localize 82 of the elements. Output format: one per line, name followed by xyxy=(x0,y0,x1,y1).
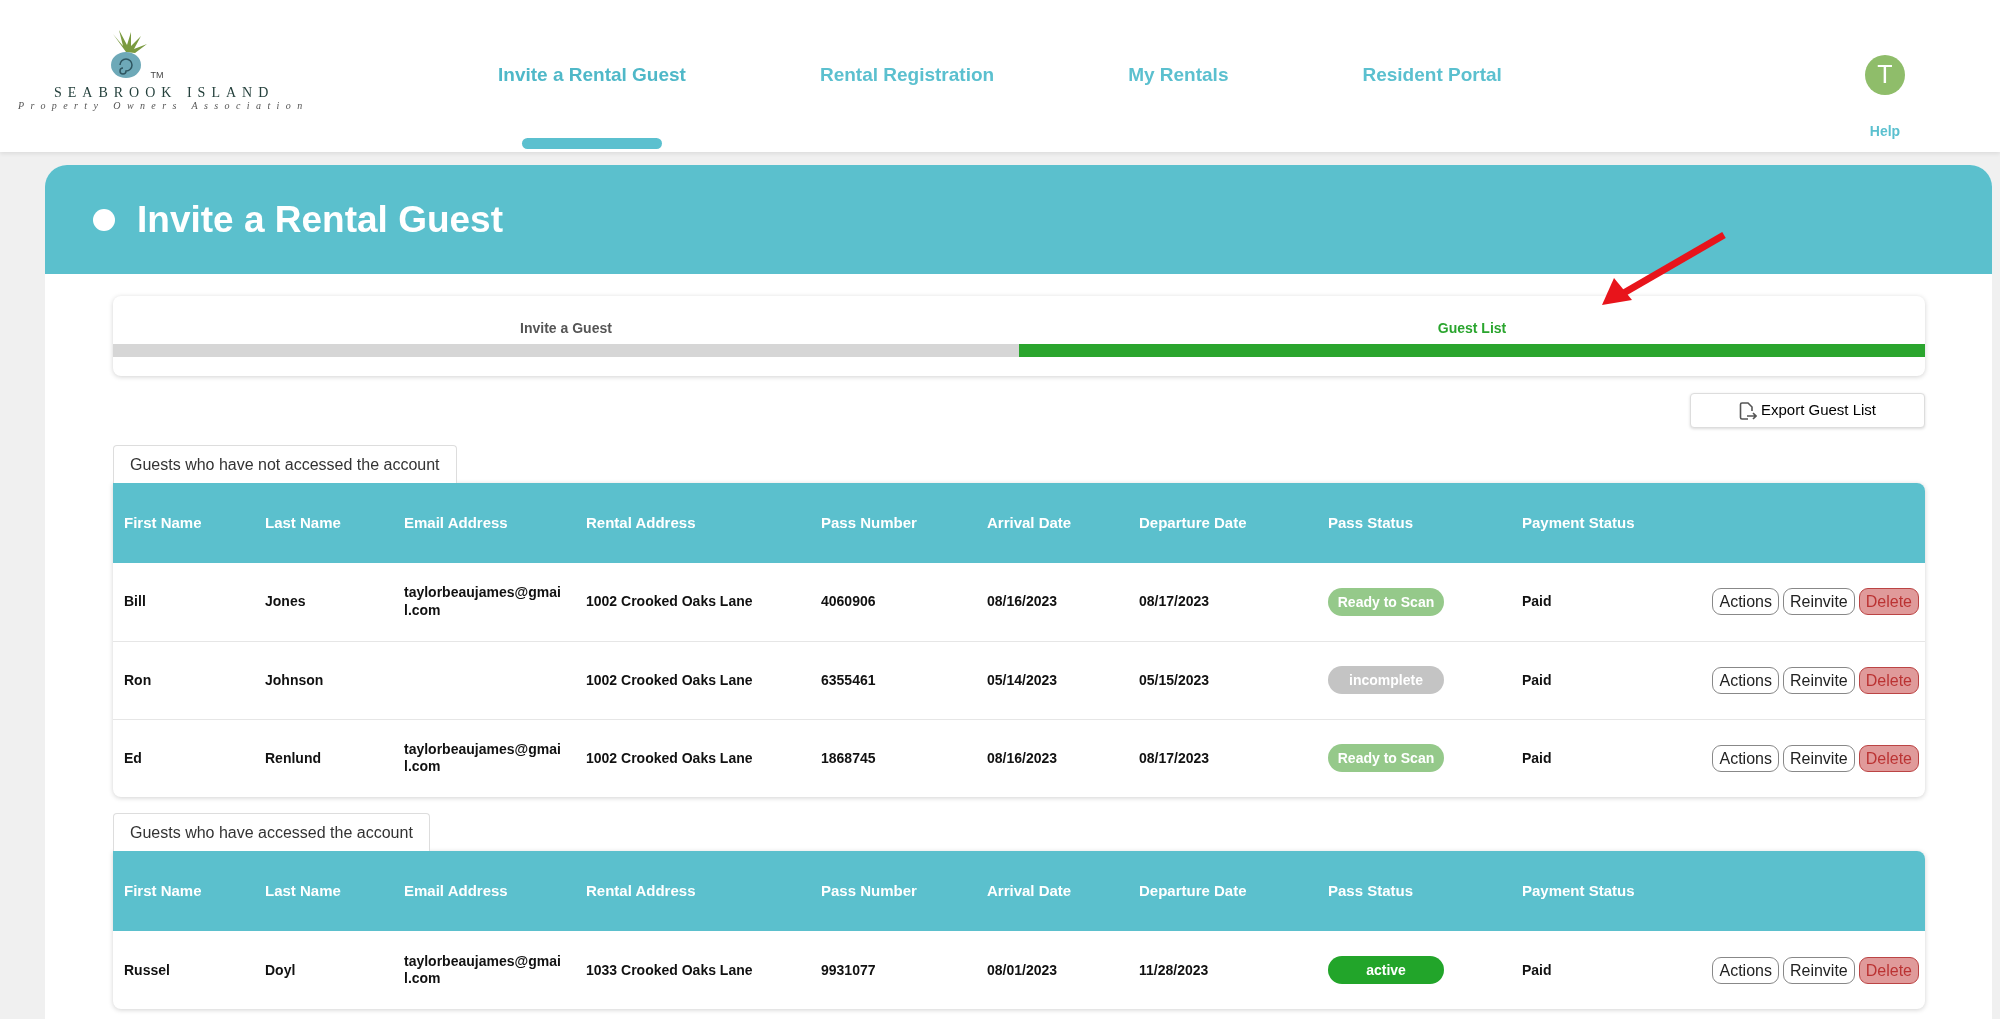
payment-status-cell: Paid xyxy=(1511,719,1692,797)
pass-status-badge: active xyxy=(1328,956,1444,984)
page-title: Invite a Rental Guest xyxy=(137,197,503,242)
delete-button[interactable]: Delete xyxy=(1858,744,1919,772)
arrival-date-cell: 08/01/2023 xyxy=(976,931,1128,1009)
pass-number-cell: 6355461 xyxy=(810,641,976,719)
row-action-button[interactable]: Actions xyxy=(1712,666,1779,694)
column-header: First Name xyxy=(113,483,254,563)
export-guest-list-button[interactable]: Export Guest List xyxy=(1690,393,1925,428)
pass-number-cell: 1868745 xyxy=(810,719,976,797)
nav-link[interactable]: Rental Registration xyxy=(819,62,995,88)
column-header: Email Address xyxy=(393,483,575,563)
payment-status-cell: Paid xyxy=(1511,931,1692,1009)
row-action-button[interactable]: Actions xyxy=(1712,744,1779,772)
section-tab-label: Guests who have accessed the account xyxy=(113,813,430,851)
delete-button[interactable]: Delete xyxy=(1858,956,1919,984)
column-header: Last Name xyxy=(254,483,393,563)
column-header: Payment Status xyxy=(1511,483,1692,563)
bullet-icon xyxy=(93,208,115,231)
email-cell-text: taylorbeaujames@gmail.com xyxy=(404,740,562,776)
column-header: Pass Status xyxy=(1317,483,1511,563)
last-name-cell: Renlund xyxy=(254,719,393,797)
logo-name: SEABROOK ISLAND xyxy=(54,86,276,100)
pass-number-cell: 9931077 xyxy=(810,931,976,1009)
departure-date-cell: 08/17/2023 xyxy=(1128,719,1317,797)
row-action-button[interactable]: Actions xyxy=(1712,588,1779,616)
delete-button[interactable]: Delete xyxy=(1858,588,1919,616)
rental-address-cell: 1002 Crooked Oaks Lane xyxy=(575,563,810,641)
email-cell-text: taylorbeaujames@gmail.com xyxy=(404,952,562,988)
column-header: Departure Date xyxy=(1128,483,1317,563)
help-link[interactable]: Help xyxy=(1865,121,1905,142)
last-name-cell: Johnson xyxy=(254,641,393,719)
arrival-date-cell: 05/14/2023 xyxy=(976,641,1128,719)
column-header: Pass Number xyxy=(810,483,976,563)
trademark-text: TM xyxy=(150,71,164,80)
nav-link[interactable]: My Rentals xyxy=(1128,62,1229,88)
column-header: Email Address xyxy=(393,851,575,931)
payment-status-cell: Paid xyxy=(1511,641,1692,719)
email-cell-text: taylorbeaujames@gmail.com xyxy=(404,584,562,620)
nav-link[interactable]: Invite a Rental Guest xyxy=(498,62,686,88)
logo-tagline: Property Owners Association xyxy=(18,100,310,111)
first-name-cell: Russel xyxy=(113,931,254,1009)
first-name-cell: Ron xyxy=(113,641,254,719)
departure-date-cell: 11/28/2023 xyxy=(1128,931,1317,1009)
rental-address-cell: 1002 Crooked Oaks Lane xyxy=(575,719,810,797)
last-name-cell: Doyl xyxy=(254,931,393,1009)
column-header: Rental Address xyxy=(575,851,810,931)
column-header: Pass Status xyxy=(1317,851,1511,931)
arrival-date-cell: 08/16/2023 xyxy=(976,719,1128,797)
pass-status-badge: incomplete xyxy=(1328,666,1444,694)
step-tab[interactable]: Guest List xyxy=(1019,296,1925,344)
pass-number-cell: 4060906 xyxy=(810,563,976,641)
departure-date-cell: 05/15/2023 xyxy=(1128,641,1317,719)
column-header: Payment Status xyxy=(1511,851,1692,931)
last-name-cell: Jones xyxy=(254,563,393,641)
column-header: Arrival Date xyxy=(976,851,1128,931)
column-header: Rental Address xyxy=(575,483,810,563)
row-action-button[interactable]: Actions xyxy=(1712,956,1779,984)
column-header: Departure Date xyxy=(1128,851,1317,931)
pass-status-badge: Ready to Scan xyxy=(1328,744,1444,773)
column-header: Last Name xyxy=(254,851,393,931)
delete-button[interactable]: Delete xyxy=(1858,666,1919,694)
payment-status-cell: Paid xyxy=(1511,563,1692,641)
first-name-cell: Ed xyxy=(113,719,254,797)
pass-status-badge: Ready to Scan xyxy=(1328,587,1444,616)
row-action-button[interactable]: Reinvite xyxy=(1782,588,1855,616)
departure-date-cell: 08/17/2023 xyxy=(1128,563,1317,641)
nav-link[interactable]: Resident Portal xyxy=(1362,62,1502,88)
row-action-button[interactable]: Reinvite xyxy=(1782,666,1855,694)
column-header: First Name xyxy=(113,851,254,931)
row-action-button[interactable]: Reinvite xyxy=(1782,744,1855,772)
column-header: Arrival Date xyxy=(976,483,1128,563)
column-header: Pass Number xyxy=(810,851,976,931)
step-tab[interactable]: Invite a Guest xyxy=(113,296,1019,344)
section-tab-label: Guests who have not accessed the account xyxy=(113,445,457,483)
row-action-button[interactable]: Reinvite xyxy=(1782,956,1855,984)
user-avatar[interactable]: T xyxy=(1865,55,1905,95)
file-export-icon xyxy=(1738,400,1757,421)
rental-address-cell: 1002 Crooked Oaks Lane xyxy=(575,641,810,719)
arrival-date-cell: 08/16/2023 xyxy=(976,563,1128,641)
rental-address-cell: 1033 Crooked Oaks Lane xyxy=(575,931,810,1009)
first-name-cell: Bill xyxy=(113,563,254,641)
